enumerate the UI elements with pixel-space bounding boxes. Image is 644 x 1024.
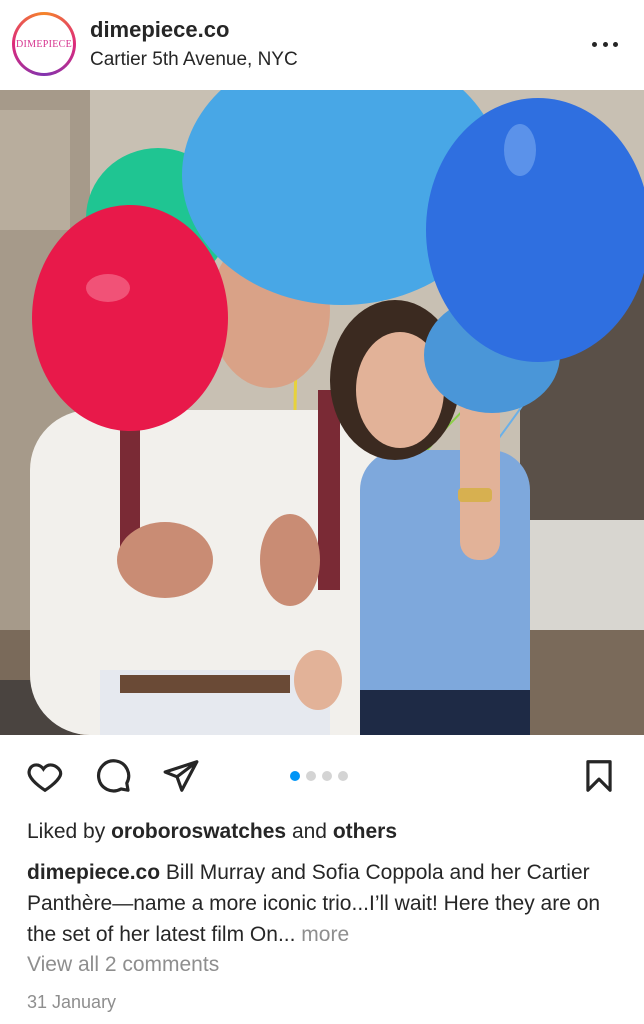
comment-icon[interactable] (94, 757, 132, 795)
avatar-logo: DIMEPIECE (15, 38, 73, 50)
caption-username[interactable]: dimepiece.co (27, 861, 160, 884)
caption: dimepiece.co Bill Murray and Sofia Coppo… (27, 857, 617, 950)
likes-prefix: Liked by (27, 820, 106, 843)
photo-illustration (0, 90, 644, 735)
post-photo[interactable] (0, 90, 644, 735)
likes-summary[interactable]: Liked by oroboroswatches and others (27, 820, 397, 844)
likes-conjunction: and (291, 820, 327, 843)
view-comments-link[interactable]: View all 2 comments (27, 953, 219, 977)
bookmark-icon[interactable] (580, 757, 618, 795)
carousel-dot (338, 771, 348, 781)
avatar-inner: DIMEPIECE (15, 15, 73, 73)
carousel-dot-active (290, 771, 300, 781)
location[interactable]: Cartier 5th Avenue, NYC (90, 49, 298, 71)
more-dots-icon[interactable] (592, 34, 618, 54)
post-header: DIMEPIECE dimepiece.co Cartier 5th Avenu… (0, 0, 644, 90)
carousel-dot (322, 771, 332, 781)
likes-user[interactable]: oroboroswatches (111, 820, 286, 843)
heart-icon[interactable] (26, 757, 64, 795)
likes-others[interactable]: others (333, 820, 397, 843)
paper-plane-icon[interactable] (162, 757, 200, 795)
caption-more-link[interactable]: more (301, 923, 349, 946)
carousel-indicator (290, 771, 348, 781)
carousel-dot (306, 771, 316, 781)
post-date: 31 January (27, 992, 117, 1012)
username[interactable]: dimepiece.co (90, 17, 229, 43)
avatar[interactable]: DIMEPIECE (12, 12, 76, 76)
